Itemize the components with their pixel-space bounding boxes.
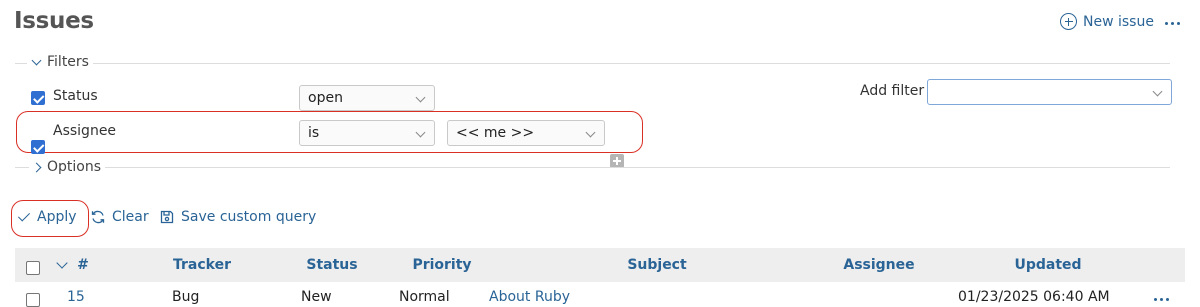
save-custom-query-label: Save custom query (181, 209, 317, 225)
column-header-updated[interactable]: Updated (1014, 257, 1081, 273)
new-issue-label: New issue (1083, 13, 1154, 30)
column-header-status[interactable]: Status (306, 257, 357, 273)
assignee-value-select[interactable]: << me >> (447, 120, 605, 146)
filters-divider (15, 63, 1170, 64)
issue-priority: Normal (399, 289, 450, 305)
reload-icon (91, 210, 105, 224)
select-all-checkbox[interactable] (26, 261, 40, 275)
issue-status: New (301, 289, 332, 305)
issue-tracker: Bug (172, 289, 200, 305)
assignee-value-text: << me >> (456, 125, 535, 141)
page-title: Issues (14, 8, 94, 34)
column-header-id[interactable]: # (77, 257, 89, 273)
checkmark-icon (17, 208, 31, 222)
options-legend-label: Options (47, 159, 102, 175)
assignee-filter-checkbox[interactable] (31, 140, 45, 154)
new-issue-link[interactable]: New issue (1060, 13, 1154, 30)
status-operator-select[interactable]: open (299, 85, 435, 111)
add-filter-select[interactable] (927, 79, 1172, 105)
chevron-right-icon (31, 162, 42, 172)
chevron-down-icon (585, 127, 596, 138)
row-checkbox[interactable] (26, 293, 40, 307)
chevron-down-icon (415, 92, 426, 103)
assignee-filter-label: Assignee (53, 123, 117, 139)
column-header-tracker[interactable]: Tracker (173, 257, 231, 273)
column-header-assignee[interactable]: Assignee (843, 257, 914, 273)
status-filter-label: Status (53, 88, 98, 104)
status-operator-value: open (308, 90, 343, 106)
assignee-operator-value: is (308, 125, 320, 141)
apply-button[interactable]: Apply (17, 208, 77, 225)
options-divider (15, 167, 1170, 168)
apply-label: Apply (37, 209, 77, 225)
clear-label: Clear (112, 209, 149, 225)
toggle-multiselect-icon[interactable] (610, 154, 624, 168)
row-more-icon[interactable] (1154, 298, 1169, 301)
issue-updated: 01/23/2025 06:40 AM (958, 289, 1110, 305)
more-options-icon[interactable] (1165, 22, 1180, 25)
save-icon (160, 210, 174, 224)
add-filter-label: Add filter (860, 83, 925, 99)
clear-button[interactable]: Clear (90, 209, 149, 225)
status-filter-checkbox[interactable] (31, 91, 45, 105)
issue-subject-link[interactable]: About Ruby (489, 289, 570, 305)
add-circle-icon (1060, 13, 1077, 30)
save-custom-query-button[interactable]: Save custom query (159, 209, 316, 225)
filters-legend-toggle[interactable]: Filters (27, 54, 93, 70)
column-header-subject[interactable]: Subject (627, 257, 686, 273)
chevron-down-icon (31, 55, 42, 65)
assignee-operator-select[interactable]: is (299, 120, 435, 146)
issue-id-link[interactable]: 15 (67, 289, 85, 305)
filters-legend-label: Filters (47, 54, 89, 70)
options-legend-toggle[interactable]: Options (29, 159, 106, 175)
column-header-priority[interactable]: Priority (412, 257, 471, 273)
chevron-down-icon (1152, 86, 1163, 97)
chevron-down-icon (415, 127, 426, 138)
